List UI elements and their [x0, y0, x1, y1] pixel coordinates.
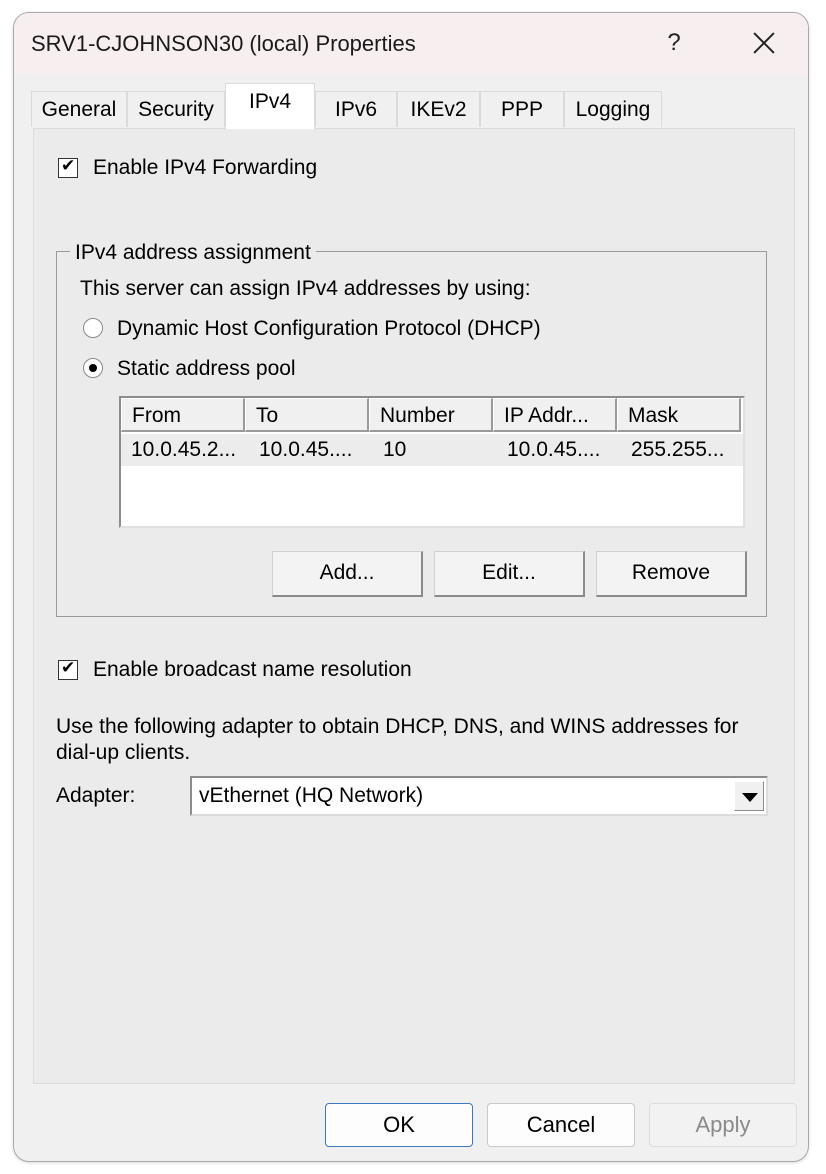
tab-ipv6[interactable]: IPv6	[315, 91, 397, 127]
broadcast-resolution-label: Enable broadcast name resolution	[93, 658, 412, 681]
window-title: SRV1-CJOHNSON30 (local) Properties	[31, 31, 416, 56]
adapter-label: Adapter:	[56, 784, 136, 807]
ok-button[interactable]: OK	[325, 1103, 473, 1147]
chevron-down-icon[interactable]	[734, 781, 764, 811]
apply-button[interactable]: Apply	[649, 1103, 797, 1147]
adapter-select-value: vEthernet (HQ Network)	[199, 784, 424, 807]
cell-to: 10.0.45....	[259, 438, 353, 461]
address-pool-list[interactable]: From To Number IP Addr... Mask 10.0.45.2…	[119, 396, 745, 528]
broadcast-resolution-checkbox[interactable]	[58, 658, 78, 680]
address-assignment-group-title: IPv4 address assignment	[70, 241, 316, 265]
tab-ikev2[interactable]: IKEv2	[397, 91, 480, 127]
tab-security[interactable]: Security	[127, 91, 225, 127]
column-header-mask[interactable]: Mask	[617, 398, 741, 432]
dhcp-radio[interactable]	[83, 318, 103, 338]
static-pool-radio[interactable]	[83, 358, 103, 378]
column-header-ip-address[interactable]: IP Addr...	[493, 398, 617, 432]
tab-ppp[interactable]: PPP	[480, 91, 564, 127]
column-header-to[interactable]: To	[245, 398, 369, 432]
cell-ip-address: 10.0.45....	[507, 438, 601, 461]
help-button[interactable]: ?	[654, 23, 694, 63]
ipv4-forwarding-checkbox[interactable]	[58, 156, 78, 178]
properties-dialog: SRV1-CJOHNSON30 (local) Properties ? Gen…	[13, 12, 809, 1162]
assign-intro-text: This server can assign IPv4 addresses by…	[80, 277, 531, 300]
address-pool-header: From To Number IP Addr... Mask	[121, 398, 743, 434]
close-icon[interactable]	[744, 23, 784, 63]
column-header-from[interactable]: From	[121, 398, 245, 432]
dhcp-radio-label: Dynamic Host Configuration Protocol (DHC…	[117, 317, 541, 340]
add-button[interactable]: Add...	[272, 551, 423, 597]
remove-button[interactable]: Remove	[596, 551, 747, 597]
cell-number: 10	[383, 438, 407, 461]
cell-from: 10.0.45.2...	[131, 438, 237, 461]
ipv4-forwarding-label: Enable IPv4 Forwarding	[93, 156, 318, 179]
cancel-button[interactable]: Cancel	[487, 1103, 635, 1147]
adapter-select[interactable]: vEthernet (HQ Network)	[190, 776, 768, 816]
cell-mask: 255.255...	[631, 438, 725, 461]
tab-general[interactable]: General	[31, 91, 127, 127]
static-pool-radio-label: Static address pool	[117, 357, 296, 380]
edit-button[interactable]: Edit...	[434, 551, 585, 597]
tab-ipv4[interactable]: IPv4	[225, 83, 315, 129]
column-header-number[interactable]: Number	[369, 398, 493, 432]
tab-logging[interactable]: Logging	[564, 91, 662, 127]
table-row[interactable]: 10.0.45.2... 10.0.45.... 10 10.0.45.... …	[121, 434, 743, 466]
adapter-note-line2: dial-up clients.	[56, 741, 191, 764]
adapter-note-line1: Use the following adapter to obtain DHCP…	[56, 715, 739, 738]
title-bar: SRV1-CJOHNSON30 (local) Properties ?	[14, 13, 808, 75]
